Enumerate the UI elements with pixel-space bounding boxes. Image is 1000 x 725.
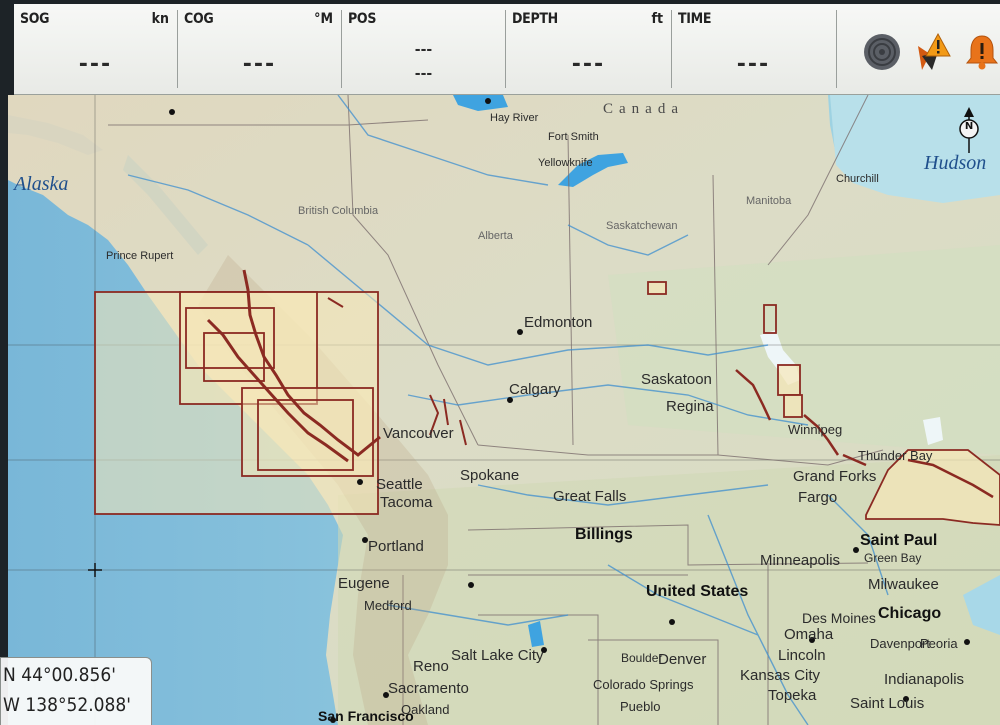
cog-cell[interactable]: COG °M --- — [178, 4, 341, 94]
label-salt-lake-city: Salt Lake City — [451, 647, 544, 664]
divider — [836, 10, 837, 88]
label-grand-forks: Grand Forks — [793, 468, 877, 485]
label-british-columbia: British Columbia — [298, 205, 379, 217]
label-alaska: Alaska — [14, 173, 69, 195]
chart-coverage-box — [777, 364, 801, 396]
cursor-latitude: N 44°00.856' — [3, 664, 116, 686]
label-prince-rupert: Prince Rupert — [106, 250, 174, 262]
label-sacramento: Sacramento — [388, 680, 469, 697]
label-manitoba: Manitoba — [746, 195, 792, 207]
label-regina: Regina — [666, 398, 714, 415]
chart-coverage-box — [647, 281, 667, 295]
label-winnipeg: Winnipeg — [788, 422, 843, 437]
label-portland: Portland — [368, 538, 424, 555]
label-chicago: Chicago — [878, 605, 942, 622]
label-pueblo: Pueblo — [620, 699, 661, 714]
sog-cell[interactable]: SOG kn --- — [14, 4, 177, 94]
label-omaha: Omaha — [784, 626, 834, 643]
depth-label: DEPTH — [512, 11, 558, 27]
sog-value: --- — [78, 52, 113, 77]
label-hudson: Hudson — [924, 152, 987, 174]
depth-value: --- — [571, 52, 606, 77]
anchor-alarm-icon[interactable] — [912, 32, 952, 72]
label-milwaukee: Milwaukee — [868, 576, 939, 593]
label-canada: Canada — [603, 101, 684, 117]
label-fort-smith: Fort Smith — [548, 131, 599, 143]
label-calgary: Calgary — [509, 381, 561, 398]
pos-line1: --- — [414, 42, 433, 58]
label-san-francisco: San Francisco — [318, 708, 414, 724]
label-colorado-springs: Colorado Springs — [593, 677, 694, 692]
label-medford: Medford — [364, 598, 412, 613]
cursor-position-box: N 44°00.856' W 138°52.088' — [0, 657, 152, 725]
label-spokane: Spokane — [460, 467, 520, 484]
sog-unit: kn — [151, 11, 169, 27]
label-great-falls: Great Falls — [553, 488, 627, 505]
label-united-states: United States — [646, 583, 749, 600]
label-reno: Reno — [413, 658, 449, 675]
label-eugene: Eugene — [338, 575, 390, 592]
label-hay-river: Hay River — [490, 112, 539, 124]
label-kansas-city: Kansas City — [740, 667, 821, 684]
label-thunder-bay: Thunder Bay — [858, 448, 933, 463]
label-yellowknife: Yellowknife — [538, 157, 593, 169]
time-label: TIME — [678, 11, 712, 27]
label-saskatchewan: Saskatchewan — [606, 220, 678, 232]
cog-value: --- — [242, 52, 277, 77]
label-peoria: Peoria — [920, 636, 958, 651]
north-label: N — [964, 121, 974, 132]
label-churchill: Churchill — [836, 173, 879, 185]
label-boulder: Boulder — [621, 651, 663, 665]
label-edmonton: Edmonton — [524, 314, 593, 331]
label-minneapolis: Minneapolis — [760, 552, 841, 569]
label-saint-paul: Saint Paul — [860, 532, 938, 549]
chart-coverage-box — [185, 307, 275, 369]
time-cell[interactable]: TIME --- — [672, 4, 835, 94]
cog-label: COG — [184, 11, 214, 27]
instrument-bar: SOG kn --- COG °M --- POS --- --- DEPTH … — [14, 4, 1000, 96]
depth-unit: ft — [651, 11, 664, 27]
label-green-bay: Green Bay — [864, 551, 922, 565]
pos-cell[interactable]: POS --- --- — [342, 4, 505, 94]
alarm-bell-icon[interactable] — [962, 32, 1000, 72]
label-topeka: Topeka — [768, 687, 817, 704]
label-alberta: Alberta — [478, 230, 513, 242]
label-des-moines: Des Moines — [802, 610, 876, 626]
depth-cell[interactable]: DEPTH ft --- — [506, 4, 671, 94]
map-canvas — [8, 95, 1000, 725]
label-lincoln: Lincoln — [778, 647, 826, 664]
label-tacoma: Tacoma — [380, 494, 433, 511]
pos-line2: --- — [414, 66, 433, 82]
north-indicator[interactable]: N — [954, 105, 984, 155]
label-saskatoon: Saskatoon — [641, 371, 712, 388]
label-indianapolis: Indianapolis — [884, 671, 965, 688]
time-value: --- — [736, 52, 771, 77]
label-fargo: Fargo — [798, 489, 838, 506]
label-saint-louis: Saint Louis — [850, 695, 925, 712]
sonar-icon[interactable] — [862, 32, 902, 72]
pos-label: POS — [348, 11, 377, 27]
cursor-longitude: W 138°52.088' — [3, 694, 131, 716]
label-vancouver: Vancouver — [383, 425, 454, 442]
label-denver: Denver — [658, 651, 707, 668]
status-icons — [852, 4, 1000, 94]
label-seattle: Seattle — [376, 476, 423, 493]
sog-label: SOG — [20, 11, 50, 27]
label-billings: Billings — [575, 526, 633, 543]
cog-unit: °M — [314, 11, 333, 27]
chart-coverage-box — [783, 394, 803, 418]
chart-map[interactable]: Canada Alaska Hudson United States Edmon… — [8, 95, 1000, 725]
